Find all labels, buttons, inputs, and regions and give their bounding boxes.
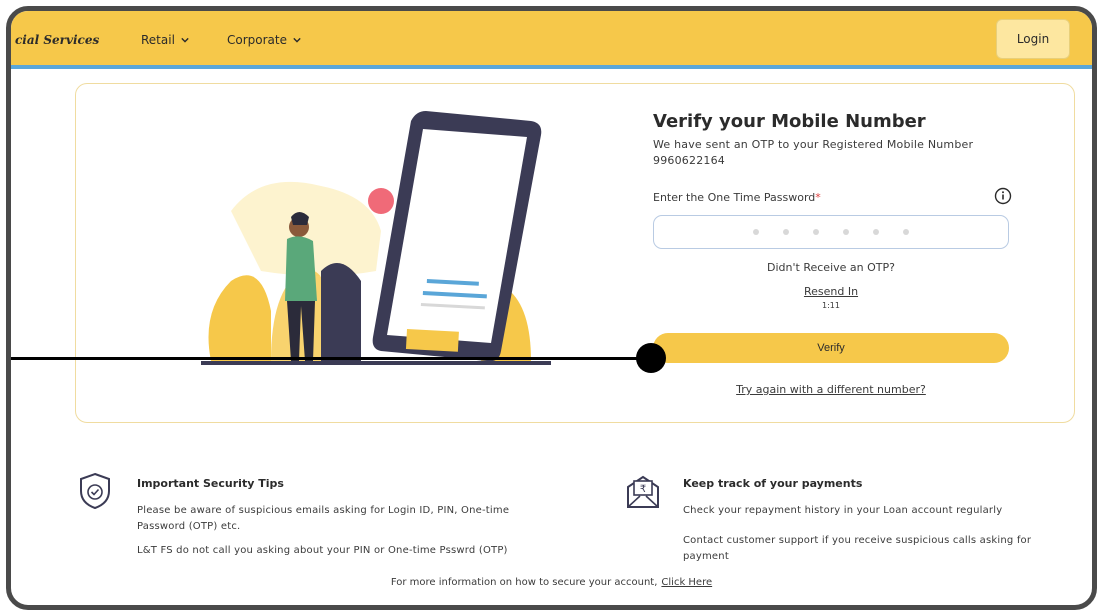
resend-otp-link[interactable]: Resend In — [653, 285, 1009, 298]
nav-corporate-label: Corporate — [227, 33, 287, 47]
shield-check-icon — [80, 472, 110, 510]
try-different-number-link[interactable]: Try again with a different number? — [653, 383, 1009, 396]
security-tips-title: Important Security Tips — [137, 477, 284, 490]
payments-title: Keep track of your payments — [683, 477, 863, 490]
browser-frame: cial Services Retail Corporate Login Ver… — [6, 6, 1097, 610]
phone-illustration — [201, 111, 551, 365]
otp-digit-placeholder — [843, 229, 849, 235]
verify-button[interactable]: Verify — [653, 333, 1009, 363]
resend-timer: 1:11 — [822, 301, 840, 310]
otp-label-text: Enter the One Time Password — [653, 191, 816, 204]
verify-subtitle: We have sent an OTP to your Registered M… — [653, 137, 1003, 169]
verify-title: Verify your Mobile Number — [653, 111, 926, 132]
annotation-pointer-dot — [636, 343, 666, 373]
click-here-link[interactable]: Click Here — [661, 577, 712, 588]
svg-text:₹: ₹ — [640, 484, 646, 495]
required-mark: * — [815, 191, 821, 204]
info-icon[interactable] — [994, 187, 1012, 205]
otp-digit-placeholder — [903, 229, 909, 235]
nav-retail[interactable]: Retail — [141, 33, 189, 47]
otp-digit-placeholder — [753, 229, 759, 235]
security-tip-2: L&T FS do not call you asking about your… — [137, 545, 508, 556]
otp-digit-placeholder — [783, 229, 789, 235]
otp-label: Enter the One Time Password* — [653, 191, 821, 204]
annotation-pointer-line — [11, 357, 651, 360]
otp-sent-message: We have sent an OTP to your Registered M… — [653, 138, 974, 151]
payments-tip-1: Check your repayment history in your Loa… — [683, 505, 1003, 516]
chevron-down-icon — [181, 37, 189, 43]
otp-digit-placeholder — [813, 229, 819, 235]
nav-corporate[interactable]: Corporate — [227, 33, 301, 47]
top-navigation-bar: cial Services Retail Corporate Login — [11, 11, 1092, 69]
mobile-number: 9960622164 — [653, 154, 725, 167]
security-tip-1: Please be aware of suspicious emails ask… — [137, 505, 510, 532]
footer-note: For more information on how to secure yo… — [11, 577, 1092, 588]
didnt-receive-otp-text: Didn't Receive an OTP? — [767, 261, 895, 274]
otp-input[interactable] — [653, 215, 1009, 249]
login-button[interactable]: Login — [996, 19, 1070, 59]
nav-retail-label: Retail — [141, 33, 175, 47]
rupee-envelope-icon: ₹ — [627, 475, 659, 508]
chevron-down-icon — [293, 37, 301, 43]
payments-tip-2: Contact customer support if you receive … — [683, 535, 1032, 562]
otp-digit-placeholder — [873, 229, 879, 235]
footer-note-text: For more information on how to secure yo… — [390, 577, 658, 588]
brand-logo-text: cial Services — [15, 33, 100, 47]
